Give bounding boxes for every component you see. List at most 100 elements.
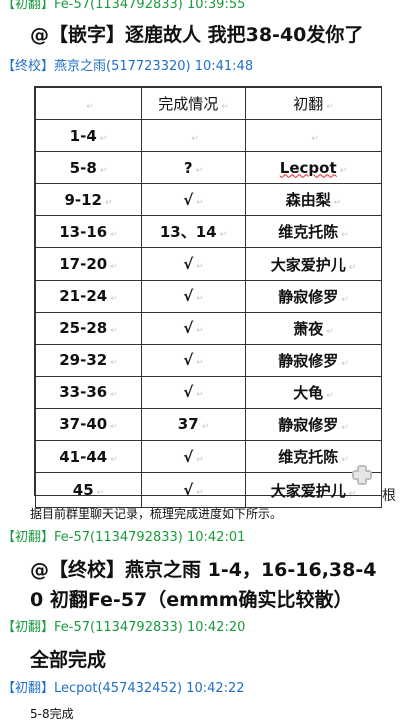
translator-cell: 维克托陈 ↵ xyxy=(245,215,382,249)
paragraph-mark-icon: ↵ xyxy=(110,229,118,240)
translator-cell: Lecpot ↵ xyxy=(245,151,382,185)
paragraph-mark-icon: ↵ xyxy=(110,390,118,401)
message-text: 5-8完成 xyxy=(30,707,74,721)
status-cell: √ ↵ xyxy=(141,472,246,509)
table-header-cell: 初翻 ↵ xyxy=(245,86,382,121)
range-cell: 13-16 ↵ xyxy=(35,215,142,249)
paragraph-mark-icon: ↵ xyxy=(341,294,349,305)
status-cell: ? ↵ xyxy=(141,151,246,185)
paragraph-mark-icon: ↵ xyxy=(196,262,204,273)
message-text: @【嵌字】逐鹿故人 我把38-40发你了 xyxy=(30,24,364,46)
range-cell: 29-32 ↵ xyxy=(35,343,142,377)
translator-cell: 萧夜 ↵ xyxy=(245,311,382,345)
paragraph-mark-icon: ↵ xyxy=(195,165,204,176)
range-cell: 1-4 ↵ xyxy=(35,119,142,153)
range-cell: 9-12 ↵ xyxy=(35,183,142,217)
trailing-text: 根 xyxy=(382,488,396,504)
paragraph-mark-icon: ↵ xyxy=(201,422,210,433)
paragraph-mark-icon: ↵ xyxy=(96,488,105,499)
translator-cell: 静寂修罗 ↵ xyxy=(245,407,382,442)
translator-cell: 大家爱护儿 ↵ xyxy=(245,247,382,281)
table-row: 5-8 ↵? ↵ Lecpot ↵ xyxy=(35,151,382,185)
message-text: 0 初翻Fe-57（emmm确实比较散） xyxy=(30,589,353,611)
range-cell: 37-40 ↵ xyxy=(35,407,142,442)
progress-table-image: ↵ 完成情况 ↵ 初翻 ↵ 1-4 ↵ ↵ ↵ 5-8 ↵? ↵ Lecpot ↵ 9-12 ↵ √ ↵ 森由… xyxy=(34,86,382,509)
table-row: 25-28 ↵ √ ↵ 萧夜 ↵ xyxy=(35,311,382,345)
paragraph-mark-icon: ↵ xyxy=(110,358,118,369)
status-cell: 13、14 ↵ xyxy=(141,215,246,249)
sender-line: 【初翻】Lecpot(457432452) 10:42:22 xyxy=(2,681,245,696)
range-cell: 25-28 ↵ xyxy=(35,311,142,345)
paragraph-mark-icon: ↵ xyxy=(110,262,118,273)
translator-cell: ↵ xyxy=(245,119,382,153)
status-cell: √ ↵ xyxy=(141,343,246,377)
table-row: 33-36 ↵ √ ↵ 大龟 ↵ xyxy=(35,375,382,409)
table-header-cell: 完成情况 ↵ xyxy=(141,86,246,121)
sender-line: 【初翻】Fe-57(1134792833) 10:42:20 xyxy=(2,620,246,635)
move-cursor-icon xyxy=(352,465,372,485)
sender-line: 【初翻】Fe-57(1134792833) 10:39:55 xyxy=(2,0,246,12)
table-caption: 据目前群里聊天记录，梳理完成进度如下所示。 xyxy=(30,507,283,521)
message-text: 全部完成 xyxy=(30,649,107,671)
range-cell: 45 ↵ xyxy=(35,472,142,509)
paragraph-mark-icon: ↵ xyxy=(339,165,348,176)
translator-cell: 静寂修罗 ↵ xyxy=(245,279,382,313)
paragraph-mark-icon: ↵ xyxy=(86,101,94,112)
paragraph-mark-icon: ↵ xyxy=(99,133,108,144)
sender-line: 【终校】燕京之雨(517723320) 10:41:48 xyxy=(2,59,254,74)
paragraph-mark-icon: ↵ xyxy=(326,102,334,113)
paragraph-mark-icon: ↵ xyxy=(196,197,204,208)
status-cell: √ ↵ xyxy=(141,375,246,409)
status-cell: √ ↵ xyxy=(141,183,246,217)
table-header-row: ↵ 完成情况 ↵ 初翻 ↵ xyxy=(35,86,382,121)
paragraph-mark-icon: ↵ xyxy=(348,488,357,499)
paragraph-mark-icon: ↵ xyxy=(333,198,342,209)
status-cell: √ ↵ xyxy=(141,440,246,474)
sender-line: 【初翻】Fe-57(1134792833) 10:42:01 xyxy=(2,530,246,545)
paragraph-mark-icon: ↵ xyxy=(191,133,199,144)
paragraph-mark-icon: ↵ xyxy=(341,422,349,433)
paragraph-mark-icon: ↵ xyxy=(99,165,108,176)
range-cell: 5-8 ↵ xyxy=(35,151,142,185)
paragraph-mark-icon: ↵ xyxy=(196,326,204,337)
table-row: 37-40 ↵ 37 ↵ 静寂修罗 ↵ xyxy=(35,407,382,442)
paragraph-mark-icon: ↵ xyxy=(341,358,349,369)
progress-table: ↵ 完成情况 ↵ 初翻 ↵ 1-4 ↵ ↵ ↵ 5-8 ↵? ↵ Lecpot ↵ 9-12 ↵ √ ↵ 森由… xyxy=(35,86,382,509)
table-row: 1-4 ↵ ↵ ↵ xyxy=(35,119,382,153)
paragraph-mark-icon: ↵ xyxy=(326,390,334,401)
status-cell: 37 ↵ xyxy=(141,407,246,442)
status-cell: √ ↵ xyxy=(141,311,246,345)
paragraph-mark-icon: ↵ xyxy=(196,488,204,499)
table-row: 13-16 ↵ 13、14 ↵ 维克托陈 ↵ xyxy=(35,215,382,249)
table-header-cell: ↵ xyxy=(35,86,142,121)
paragraph-mark-icon: ↵ xyxy=(341,455,349,466)
paragraph-mark-icon: ↵ xyxy=(348,262,357,273)
range-cell: 21-24 ↵ xyxy=(35,279,142,313)
message-text: @【终校】燕京之雨 1-4，16-16,38-4 xyxy=(30,559,377,581)
range-cell: 17-20 ↵ xyxy=(35,247,142,281)
paragraph-mark-icon: ↵ xyxy=(311,133,319,144)
translator-cell: 森由梨 ↵ xyxy=(245,183,382,217)
paragraph-mark-icon: ↵ xyxy=(196,294,204,305)
range-cell: 33-36 ↵ xyxy=(35,375,142,409)
table-row: 41-44 ↵ √ ↵ 维克托陈 ↵ xyxy=(35,440,382,474)
table-row: 21-24 ↵ √ ↵ 静寂修罗 ↵ xyxy=(35,279,382,313)
paragraph-mark-icon: ↵ xyxy=(110,294,118,305)
paragraph-mark-icon: ↵ xyxy=(196,454,204,465)
paragraph-mark-icon: ↵ xyxy=(110,422,118,433)
table-row: 9-12 ↵ √ ↵ 森由梨 ↵ xyxy=(35,183,382,217)
paragraph-mark-icon: ↵ xyxy=(341,230,349,241)
status-cell: √ ↵ xyxy=(141,247,246,281)
status-cell: ↵ xyxy=(141,119,246,153)
status-cell: √ ↵ xyxy=(141,279,246,313)
table-row: 17-20 ↵ √ ↵ 大家爱护儿 ↵ xyxy=(35,247,382,281)
table-row: 45 ↵ √ ↵ 大家爱护儿 ↵ xyxy=(35,472,382,509)
paragraph-mark-icon: ↵ xyxy=(219,230,228,241)
paragraph-mark-icon: ↵ xyxy=(196,390,204,401)
translator-cell: 大龟 ↵ xyxy=(245,375,382,409)
translator-cell: 静寂修罗 ↵ xyxy=(245,343,382,377)
paragraph-mark-icon: ↵ xyxy=(326,326,334,337)
paragraph-mark-icon: ↵ xyxy=(196,358,204,369)
paragraph-mark-icon: ↵ xyxy=(221,102,229,113)
table-row: 29-32 ↵ √ ↵ 静寂修罗 ↵ xyxy=(35,343,382,377)
